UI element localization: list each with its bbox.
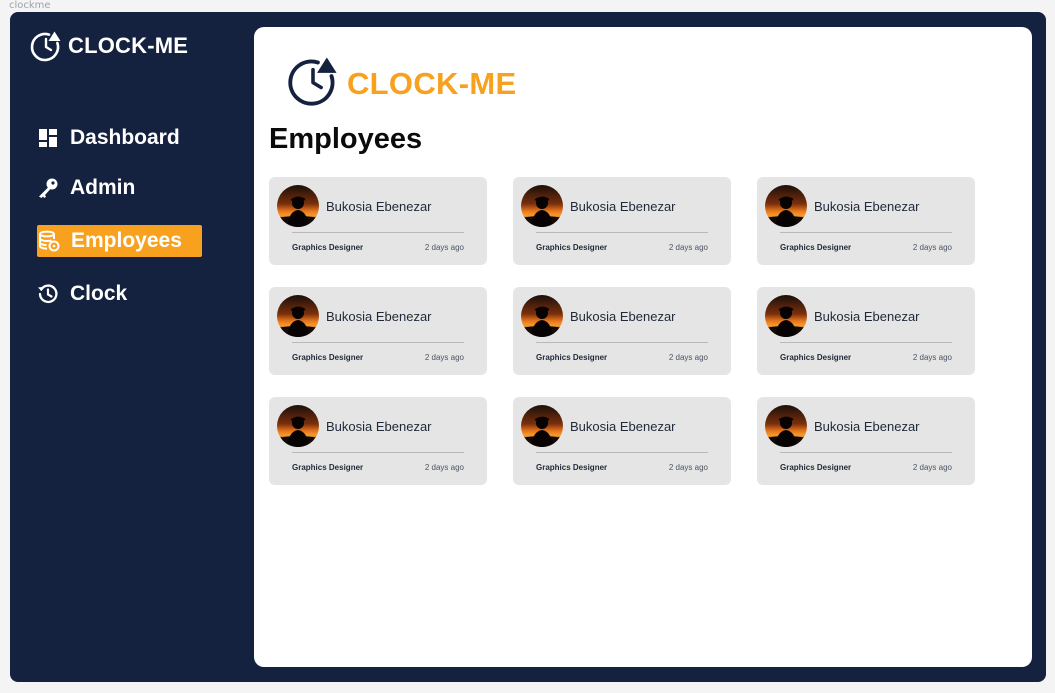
employee-role: Graphics Designer	[292, 463, 364, 472]
main-brand: CLOCK-ME	[287, 55, 516, 112]
employees-icon	[38, 230, 60, 252]
history-icon	[37, 283, 59, 305]
card-divider	[780, 452, 952, 453]
employee-timestamp: 2 days ago	[668, 243, 708, 252]
sidebar-item-admin[interactable]: Admin	[37, 172, 135, 204]
sidebar-item-clock[interactable]: Clock	[37, 278, 127, 310]
sidebar-item-label: Admin	[70, 176, 136, 199]
employee-role: Graphics Designer	[536, 463, 608, 472]
card-divider	[292, 342, 464, 343]
avatar	[521, 185, 563, 227]
employee-name: Bukosia Ebenezar	[814, 309, 920, 324]
employee-name: Bukosia Ebenezar	[570, 419, 676, 434]
employee-role: Graphics Designer	[780, 463, 852, 472]
employee-timestamp: 2 days ago	[912, 243, 952, 252]
app-window: CLOCK-ME Dashboard Admin Employees Clock…	[10, 12, 1046, 682]
frame-label: clockme	[9, 0, 51, 11]
avatar	[765, 405, 807, 447]
employee-card[interactable]: Bukosia Ebenezar Graphics Designer 2 day…	[269, 177, 487, 265]
employee-timestamp: 2 days ago	[912, 353, 952, 362]
employee-name: Bukosia Ebenezar	[814, 199, 920, 214]
main-panel: CLOCK-ME Employees Bukosia Ebenezar Grap…	[254, 27, 1032, 667]
sidebar-brand[interactable]: CLOCK-ME	[30, 30, 188, 62]
employee-timestamp: 2 days ago	[912, 463, 952, 472]
employee-card[interactable]: Bukosia Ebenezar Graphics Designer 2 day…	[513, 177, 731, 265]
employee-role: Graphics Designer	[292, 243, 364, 252]
employee-timestamp: 2 days ago	[424, 353, 464, 362]
employee-name: Bukosia Ebenezar	[326, 199, 432, 214]
employee-role: Graphics Designer	[780, 353, 852, 362]
card-divider	[780, 342, 952, 343]
avatar	[765, 185, 807, 227]
card-divider	[536, 342, 708, 343]
employee-card[interactable]: Bukosia Ebenezar Graphics Designer 2 day…	[757, 397, 975, 485]
sidebar-item-employees[interactable]: Employees	[37, 225, 202, 257]
employee-timestamp: 2 days ago	[424, 243, 464, 252]
key-icon	[37, 177, 59, 199]
employee-role: Graphics Designer	[292, 353, 364, 362]
card-divider	[780, 232, 952, 233]
employee-card[interactable]: Bukosia Ebenezar Graphics Designer 2 day…	[757, 287, 975, 375]
employee-role: Graphics Designer	[780, 243, 852, 252]
employee-name: Bukosia Ebenezar	[326, 419, 432, 434]
employee-timestamp: 2 days ago	[424, 463, 464, 472]
sidebar-item-label: Clock	[70, 282, 128, 305]
card-divider	[536, 452, 708, 453]
employee-card[interactable]: Bukosia Ebenezar Graphics Designer 2 day…	[757, 177, 975, 265]
employee-timestamp: 2 days ago	[668, 463, 708, 472]
page-title: Employees	[269, 123, 423, 155]
employee-role: Graphics Designer	[536, 353, 608, 362]
avatar	[521, 405, 563, 447]
employee-role: Graphics Designer	[536, 243, 608, 252]
clock-logo-icon	[30, 30, 62, 62]
card-divider	[292, 232, 464, 233]
clock-logo-icon	[287, 55, 339, 112]
employee-name: Bukosia Ebenezar	[326, 309, 432, 324]
sidebar-item-dashboard[interactable]: Dashboard	[37, 122, 180, 154]
employee-name: Bukosia Ebenezar	[814, 419, 920, 434]
main-brand-text: CLOCK-ME	[347, 65, 517, 101]
sidebar-item-label: Employees	[71, 229, 182, 252]
avatar	[277, 185, 319, 227]
employee-card[interactable]: Bukosia Ebenezar Graphics Designer 2 day…	[513, 397, 731, 485]
employee-card[interactable]: Bukosia Ebenezar Graphics Designer 2 day…	[513, 287, 731, 375]
employee-card[interactable]: Bukosia Ebenezar Graphics Designer 2 day…	[269, 287, 487, 375]
avatar	[765, 295, 807, 337]
dashboard-icon	[37, 127, 59, 149]
employee-name: Bukosia Ebenezar	[570, 199, 676, 214]
avatar	[521, 295, 563, 337]
employee-name: Bukosia Ebenezar	[570, 309, 676, 324]
avatar	[277, 405, 319, 447]
sidebar-item-label: Dashboard	[70, 126, 180, 149]
sidebar-brand-text: CLOCK-ME	[68, 33, 189, 58]
card-divider	[536, 232, 708, 233]
avatar	[277, 295, 319, 337]
employee-card[interactable]: Bukosia Ebenezar Graphics Designer 2 day…	[269, 397, 487, 485]
employee-timestamp: 2 days ago	[668, 353, 708, 362]
card-divider	[292, 452, 464, 453]
